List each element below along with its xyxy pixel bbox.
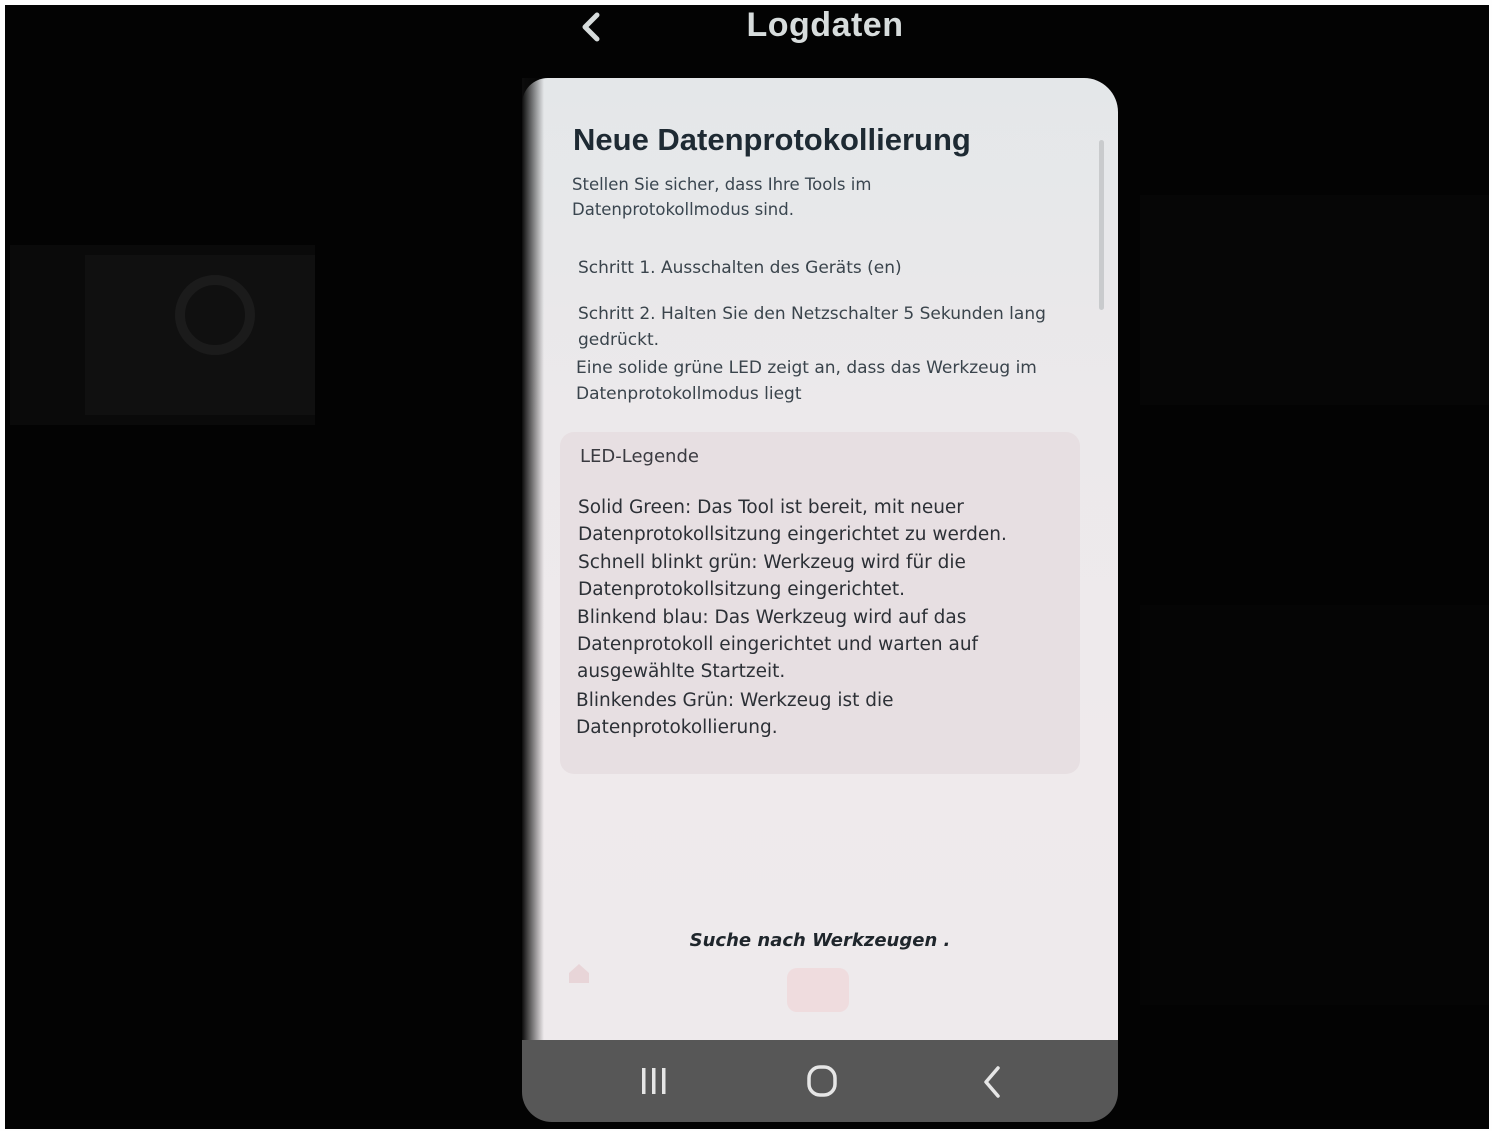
scrollbar[interactable] [1099,140,1104,310]
home-icon[interactable] [800,1060,844,1104]
searching-status: Suche nach Werkzeugen . [689,930,951,951]
background-logo-icon [175,275,255,355]
background-window [10,245,315,425]
step-1-text: Schritt 1. Ausschalten des Geräts (en) [578,258,902,278]
header-title: Logdaten [746,6,904,44]
led-legend-title: LED-Legende [580,446,699,467]
legend-item: Blinkend blau: Das Werkzeug wird auf das… [577,607,979,682]
home-tab-icon[interactable] [566,960,592,986]
chevron-left-icon[interactable] [575,10,609,44]
legend-item: Blinkendes Grün: Werkzeug ist die Datenp… [576,690,894,738]
add-button[interactable] [787,968,849,1012]
step-2-note: Eine solide grüne LED zeigt an, dass das… [576,358,1037,404]
legend-item: Schnell blinkt grün: Werkzeug wird für d… [578,552,966,600]
step-2-text: Schritt 2. Halten Sie den Netzschalter 5… [578,304,1046,350]
background-panel-right-top [1140,195,1489,405]
intro-text: Stellen Sie sicher, dass Ihre Tools im D… [572,175,872,219]
screen-curved-edge [522,78,544,1040]
legend-item: Solid Green: Das Tool ist bereit, mit ne… [578,497,1007,545]
recents-icon[interactable] [632,1060,676,1104]
back-icon[interactable] [970,1060,1014,1104]
background-panel-right-bottom [1140,605,1489,1005]
page-title: Neue Datenprotokollierung [573,122,971,157]
